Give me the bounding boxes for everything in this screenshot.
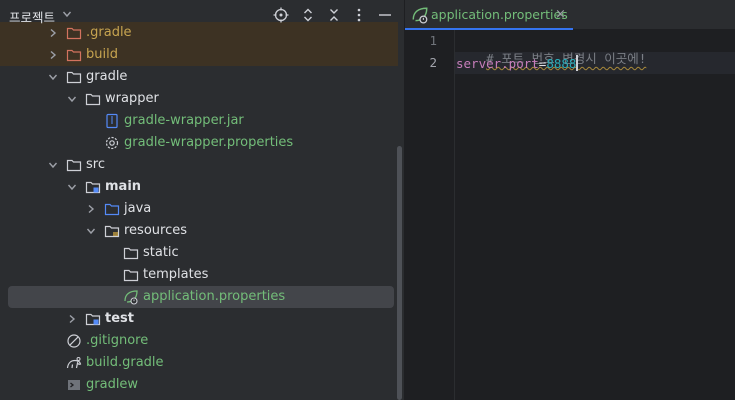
tree-label: application.properties: [143, 289, 286, 304]
chevron-down-icon[interactable]: [48, 160, 58, 170]
tree-label: main: [105, 179, 142, 194]
locate-icon[interactable]: [272, 6, 290, 24]
chevron-right-icon[interactable]: [86, 204, 96, 214]
gutter-separator: [454, 30, 455, 400]
project-title[interactable]: 프로젝트: [9, 7, 55, 26]
chevron-down-icon[interactable]: [62, 9, 72, 19]
tree-label: test: [105, 311, 134, 326]
module-folder-icon: [85, 181, 101, 194]
tree-row-static[interactable]: static: [0, 242, 398, 264]
tree-row-main[interactable]: main: [0, 176, 398, 198]
tree-label: build: [86, 47, 118, 62]
resources-folder-icon: [104, 225, 120, 238]
jar-file-icon: [106, 113, 118, 129]
tree-row-gitignore[interactable]: .gitignore: [0, 330, 398, 352]
tree-row-application-properties[interactable]: application.properties: [8, 286, 394, 308]
chevron-down-icon[interactable]: [67, 94, 77, 104]
tree-label: static: [143, 245, 179, 260]
tree-label: java: [124, 201, 152, 216]
tree-label: gradle: [86, 69, 128, 84]
chevron-down-icon[interactable]: [67, 182, 77, 192]
project-tool-window: .gradle build gradle wrapper gradle-wrap…: [0, 0, 405, 400]
project-tree[interactable]: .gradle build gradle wrapper gradle-wrap…: [0, 22, 405, 400]
gear-file-icon: [105, 136, 119, 150]
chevron-right-icon[interactable]: [48, 50, 58, 60]
chevron-right-icon[interactable]: [67, 314, 77, 324]
text-caret: [576, 55, 579, 71]
tree-label: templates: [143, 267, 209, 282]
folder-excluded-icon: [66, 49, 82, 62]
folder-icon: [85, 93, 101, 106]
tree-row-java[interactable]: java: [0, 198, 398, 220]
folder-icon: [123, 269, 139, 282]
tree-label: gradlew: [86, 377, 139, 392]
source-folder-icon: [104, 203, 120, 216]
chevron-down-icon[interactable]: [86, 226, 96, 236]
tab-label: application.properties: [431, 7, 568, 22]
expand-all-icon[interactable]: [299, 6, 317, 24]
tree-label: build.gradle: [86, 355, 164, 370]
property-key: server.port: [456, 56, 539, 71]
folder-icon: [66, 159, 82, 172]
tree-row-resources[interactable]: resources: [0, 220, 398, 242]
collapse-all-icon[interactable]: [325, 6, 343, 24]
chevron-down-icon[interactable]: [48, 72, 58, 82]
tree-row-gradle-wrapper-properties[interactable]: gradle-wrapper.properties: [0, 132, 398, 154]
tree-row-src[interactable]: src: [0, 154, 398, 176]
tree-label: wrapper: [105, 91, 159, 106]
folder-icon: [66, 71, 82, 84]
folder-icon: [123, 247, 139, 260]
close-icon[interactable]: ×: [555, 7, 566, 22]
editor-tab-bar: application.properties ×: [405, 0, 735, 30]
module-folder-icon: [85, 313, 101, 326]
property-value: 8888: [546, 56, 577, 71]
spring-leaf-icon: [412, 7, 428, 24]
tree-row-gradlew[interactable]: gradlew: [0, 374, 398, 396]
minimize-icon[interactable]: [376, 6, 394, 24]
tree-label: gradle-wrapper.jar: [124, 113, 244, 128]
tree-row-templates[interactable]: templates: [0, 264, 398, 286]
terminal-script-icon: [68, 380, 80, 390]
tree-row-wrapper[interactable]: wrapper: [0, 88, 398, 110]
tree-label: .gitignore: [86, 333, 149, 348]
ignore-file-icon: [67, 334, 81, 348]
tree-row-gradle[interactable]: gradle: [0, 66, 398, 88]
tree-row-gradle-wrapper-jar[interactable]: gradle-wrapper.jar: [0, 110, 398, 132]
tree-label: gradle-wrapper.properties: [124, 135, 294, 150]
tree-label: resources: [124, 223, 188, 238]
line-number: 2: [429, 55, 437, 70]
editor-pane: application.properties × 1 2 # 포트 번호 변경시…: [405, 0, 735, 400]
line-number-gutter: 1 2: [405, 30, 455, 400]
line-number: 1: [429, 33, 437, 48]
tree-label: src: [86, 157, 105, 172]
kebab-menu-icon[interactable]: [350, 6, 368, 24]
code-line-2[interactable]: server.port=8888: [456, 55, 579, 71]
vertical-scrollbar[interactable]: [397, 146, 402, 400]
spring-leaf-icon: [124, 290, 138, 305]
tree-row-build[interactable]: build: [0, 44, 398, 66]
tree-row-test[interactable]: test: [0, 308, 398, 330]
project-header: 프로젝트: [0, 0, 405, 30]
tab-application-properties[interactable]: application.properties ×: [405, 0, 573, 30]
tree-row-build-gradle[interactable]: build.gradle: [0, 352, 398, 374]
gradle-elephant-icon: [66, 357, 82, 369]
